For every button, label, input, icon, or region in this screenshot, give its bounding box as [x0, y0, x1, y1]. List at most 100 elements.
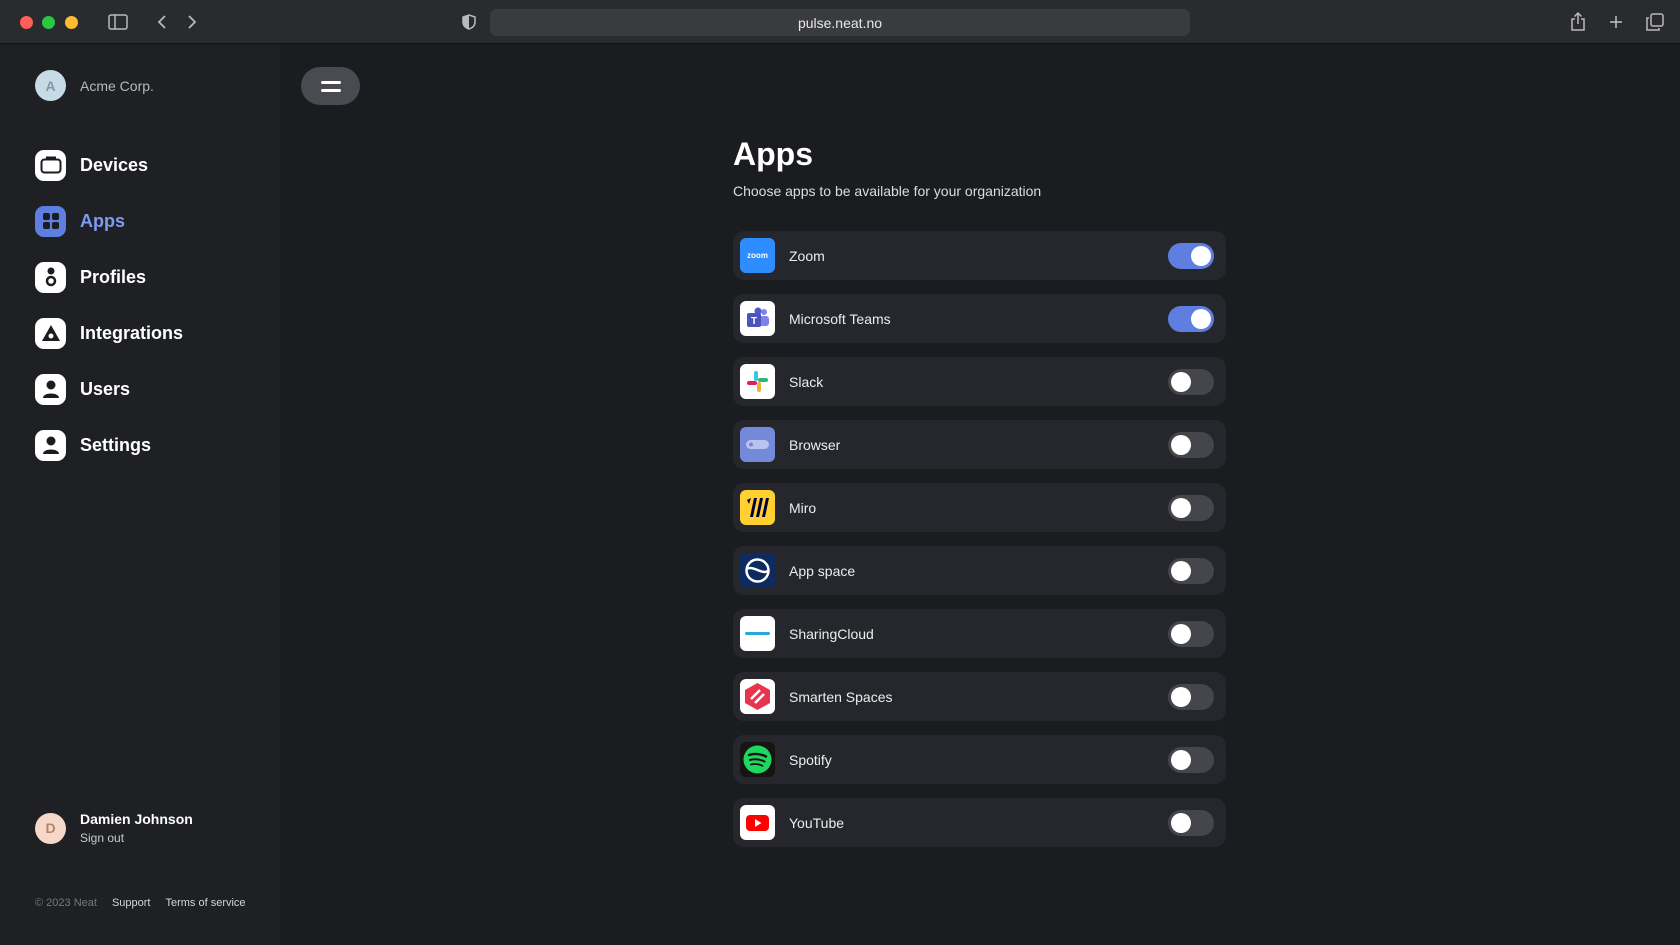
- sidebar-nav: Devices Apps Profiles Integrations Users: [35, 149, 183, 485]
- toggle-knob: [1171, 749, 1191, 770]
- org-avatar: A: [35, 70, 66, 101]
- miro-logo-icon: [740, 490, 775, 525]
- sign-out-link[interactable]: Sign out: [80, 831, 193, 845]
- device-screen-icon: [35, 149, 66, 181]
- app-row-browser: Browser: [733, 420, 1226, 469]
- toggle-knob: [1171, 812, 1191, 833]
- app-row-microsoft-teams: T Microsoft Teams: [733, 294, 1226, 343]
- toggle-knob: [1171, 560, 1191, 581]
- svg-text:T: T: [751, 316, 757, 327]
- app-row-slack: Slack: [733, 357, 1226, 406]
- toggle-knob: [1191, 308, 1211, 329]
- app-name: App space: [789, 562, 856, 579]
- share-icon[interactable]: [1567, 11, 1589, 33]
- copyright-text: © 2023 Neat: [35, 897, 97, 909]
- app-toggle[interactable]: [1168, 305, 1214, 332]
- sidebar-item-label: Integrations: [80, 322, 184, 343]
- app-row-youtube: YouTube: [733, 798, 1226, 847]
- app-space-logo-icon: [740, 553, 775, 588]
- toggle-knob: [1171, 371, 1191, 392]
- new-tab-plus-icon[interactable]: [1605, 11, 1627, 33]
- hamburger-icon: [320, 80, 341, 92]
- apps-grid-icon: [35, 205, 66, 237]
- address-bar[interactable]: pulse.neat.no: [490, 9, 1190, 36]
- toggle-knob: [1171, 686, 1191, 707]
- zoom-logo-icon: zoom: [740, 238, 775, 273]
- microsoft-teams-logo-icon: T: [740, 301, 775, 336]
- toggle-knob: [1171, 434, 1191, 455]
- app-name: Zoom: [789, 247, 825, 264]
- sidebar-item-integrations[interactable]: Integrations: [35, 317, 183, 349]
- app-toggle[interactable]: [1168, 620, 1214, 647]
- sidebar-item-label: Apps: [80, 210, 125, 231]
- app-name: YouTube: [789, 814, 845, 831]
- sidebar-item-profiles[interactable]: Profiles: [35, 261, 183, 293]
- app-name: Microsoft Teams: [789, 310, 891, 327]
- sidebar-item-label: Devices: [80, 154, 149, 175]
- app-toggle[interactable]: [1168, 746, 1214, 773]
- app-name: Miro: [789, 499, 817, 516]
- app-toggle[interactable]: [1168, 494, 1214, 521]
- toggle-knob: [1171, 623, 1191, 644]
- app-toggle[interactable]: [1168, 557, 1214, 584]
- avatar: D: [35, 812, 66, 844]
- sidebar-item-label: Profiles: [80, 266, 147, 287]
- app-row-smarten-spaces: Smarten Spaces: [733, 672, 1226, 721]
- minimize-window-button[interactable]: [65, 16, 78, 29]
- toggle-knob: [1171, 497, 1191, 518]
- profiles-icon: [35, 261, 66, 293]
- browser-icon: [740, 427, 775, 462]
- svg-text:zoom: zoom: [747, 251, 768, 260]
- support-link[interactable]: Support: [112, 897, 151, 909]
- spotify-logo-icon: [740, 742, 775, 777]
- browser-toolbar: pulse.neat.no: [0, 0, 1680, 44]
- sidebar-footer: © 2023 Neat Support Terms of service: [35, 897, 261, 909]
- url-text: pulse.neat.no: [797, 14, 883, 31]
- sidebar-item-apps[interactable]: Apps: [35, 205, 183, 237]
- app-name: Slack: [789, 373, 824, 390]
- back-arrow-icon[interactable]: [151, 11, 173, 33]
- sidebar-item-devices[interactable]: Devices: [35, 149, 183, 181]
- app-name: Smarten Spaces: [789, 688, 893, 705]
- app-row-sharingcloud: SharingCloud: [733, 609, 1226, 658]
- smarten-spaces-logo-icon: [740, 679, 775, 714]
- slack-logo-icon: [740, 364, 775, 399]
- app-toggle[interactable]: [1168, 431, 1214, 458]
- sidebar-toggle-icon[interactable]: [107, 11, 129, 33]
- app-row-miro: Miro: [733, 483, 1226, 532]
- app-row-spotify: Spotify: [733, 735, 1226, 784]
- sidebar-item-settings[interactable]: Settings: [35, 429, 183, 461]
- app-name: Spotify: [789, 751, 832, 768]
- app-row-zoom: zoom Zoom: [733, 231, 1226, 280]
- apps-page: Apps Choose apps to be available for you…: [733, 136, 1226, 861]
- app-toggle[interactable]: [1168, 368, 1214, 395]
- app-toggle[interactable]: [1168, 242, 1214, 269]
- org-name: Acme Corp.: [80, 77, 154, 94]
- app-toggle[interactable]: [1168, 683, 1214, 710]
- tabs-overview-icon[interactable]: [1644, 11, 1666, 33]
- user-name: Damien Johnson: [80, 811, 193, 827]
- maximize-window-button[interactable]: [42, 16, 55, 29]
- close-window-button[interactable]: [20, 16, 33, 29]
- terms-link[interactable]: Terms of service: [165, 897, 245, 909]
- sidebar: A Acme Corp. Devices Apps Profiles Integ…: [0, 45, 280, 945]
- app-row-app-space: App space: [733, 546, 1226, 595]
- integrations-triangle-icon: [35, 317, 66, 349]
- sidebar-item-label: Settings: [80, 434, 152, 455]
- menu-toggle-button[interactable]: [301, 67, 360, 105]
- sidebar-item-label: Users: [80, 378, 131, 399]
- forward-arrow-icon[interactable]: [181, 11, 203, 33]
- privacy-shield-icon[interactable]: [458, 11, 480, 33]
- app-name: SharingCloud: [789, 625, 874, 642]
- current-user: D Damien Johnson Sign out: [35, 811, 193, 845]
- app-name: Browser: [789, 436, 841, 453]
- sidebar-item-users[interactable]: Users: [35, 373, 183, 405]
- page-title: Apps: [733, 136, 813, 172]
- organization-switcher[interactable]: A Acme Corp.: [35, 70, 154, 101]
- settings-user-icon: [35, 429, 66, 461]
- sharingcloud-logo-icon: [740, 616, 775, 651]
- youtube-logo-icon: [740, 805, 775, 840]
- user-icon: [35, 373, 66, 405]
- app-toggle[interactable]: [1168, 809, 1214, 836]
- apps-list: zoom Zoom T Microsoft Teams Slack Browse…: [733, 231, 1226, 847]
